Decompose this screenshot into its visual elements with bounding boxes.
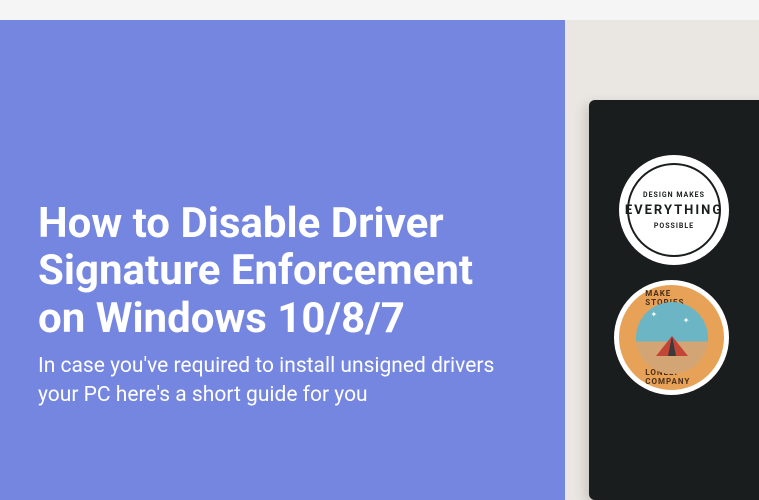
sticker-everything: DESIGN MAKES EVERYTHING POSSIBLE	[619, 155, 729, 265]
sticker-main-text: EVERYTHING	[625, 203, 723, 218]
sticker-scene: ✦ ✦	[636, 302, 708, 374]
article-title: How to Disable Driver Signature Enforcem…	[38, 200, 527, 342]
text-overlay: How to Disable Driver Signature Enforcem…	[0, 20, 565, 500]
background-photo: DESIGN MAKES EVERYTHING POSSIBLE MAKE ST…	[559, 20, 759, 500]
sticker-stories: MAKE STORIES LONELY COMPANY ✦ ✦	[614, 280, 729, 395]
article-subtitle: In case you've required to install unsig…	[38, 352, 527, 409]
sticker-bottom-text: POSSIBLE	[654, 222, 694, 230]
sticker-top-text: DESIGN MAKES	[643, 191, 705, 199]
